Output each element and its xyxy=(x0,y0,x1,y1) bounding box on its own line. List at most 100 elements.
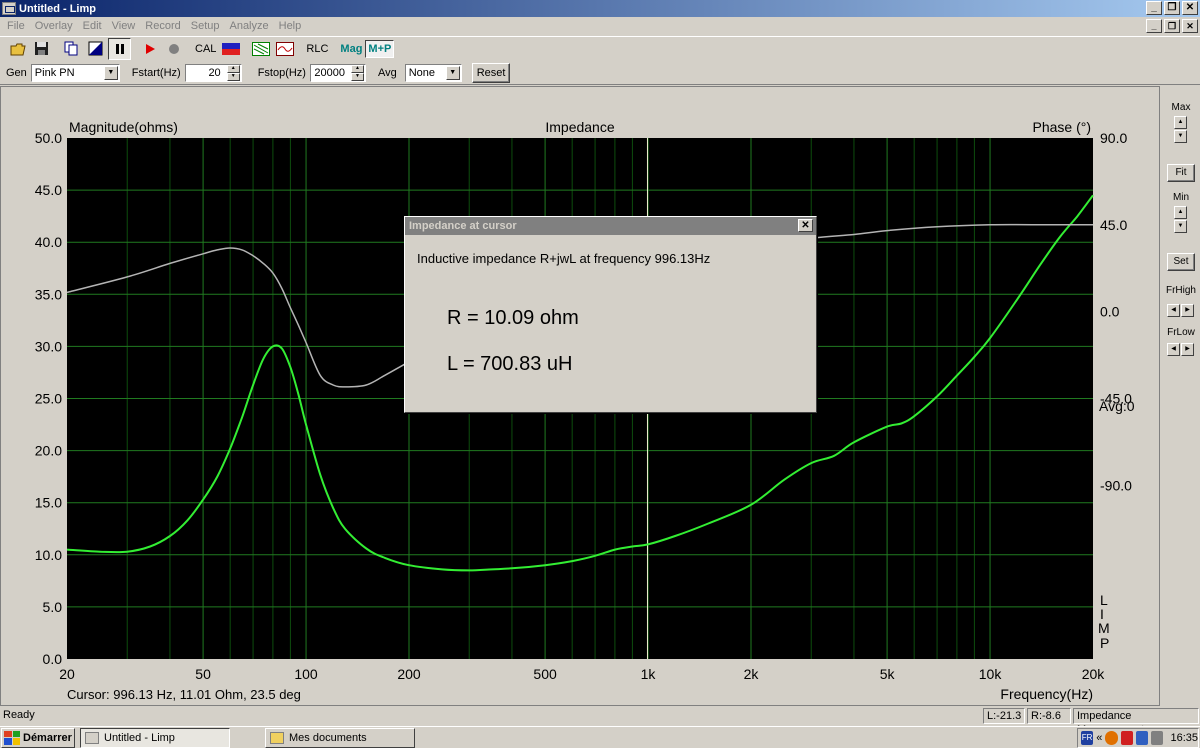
dialog-title-bar[interactable]: Impedance at cursor ✕ xyxy=(405,217,816,235)
taskbar-item-label: Mes documents xyxy=(289,732,367,744)
play-icon[interactable] xyxy=(138,38,161,60)
fstart-value: 20 xyxy=(208,66,221,79)
reset-button[interactable]: Reset xyxy=(471,62,511,83)
limp-app-icon xyxy=(85,732,99,744)
resistance-value: R = 10.09 ohm xyxy=(447,307,579,329)
language-indicator[interactable]: FR xyxy=(1081,731,1094,745)
shield-icon[interactable] xyxy=(1120,731,1133,745)
frhigh-right-icon[interactable]: ▶ xyxy=(1181,304,1194,317)
fstop-value: 20000 xyxy=(314,66,345,79)
fit-button[interactable]: Fit xyxy=(1167,164,1195,182)
x-tick-label: 10k xyxy=(979,666,1003,682)
mag-phase-button[interactable]: M+P xyxy=(365,39,395,58)
overlay-red-icon[interactable] xyxy=(273,38,296,60)
overlay-green-icon[interactable] xyxy=(249,38,272,60)
dialog-message: Inductive impedance R+jwL at frequency 9… xyxy=(417,251,711,266)
frlow-right-icon[interactable]: ▶ xyxy=(1181,343,1194,356)
menu-file[interactable]: File xyxy=(2,20,30,32)
cal-button[interactable]: CAL xyxy=(192,43,219,55)
status-ready: Ready xyxy=(3,709,35,721)
min-down-icon[interactable]: ▼ xyxy=(1174,220,1187,233)
dialog-close-icon[interactable]: ✕ xyxy=(798,219,813,232)
phase-tick-label: 45.0 xyxy=(1100,217,1127,233)
frlow-left-icon[interactable]: ◀ xyxy=(1167,343,1180,356)
limp-letter: M xyxy=(1098,620,1110,636)
menu-setup[interactable]: Setup xyxy=(186,20,225,32)
chevron-down-icon[interactable]: ▼ xyxy=(103,65,118,80)
mdi-restore-button[interactable]: ❐ xyxy=(1164,19,1180,33)
chart-title: Impedance xyxy=(545,119,614,135)
min-up-icon[interactable]: ▲ xyxy=(1174,206,1187,219)
calibration-icon[interactable] xyxy=(219,38,242,60)
rlc-button[interactable]: RLC xyxy=(303,43,331,55)
frhigh-left-icon[interactable]: ◀ xyxy=(1167,304,1180,317)
x-tick-label: 20 xyxy=(59,666,75,682)
start-button[interactable]: Démarrer xyxy=(1,727,75,748)
copy-icon[interactable] xyxy=(60,38,83,60)
fstop-input[interactable]: 20000 ▲ ▼ xyxy=(309,63,366,82)
x-tick-label: 100 xyxy=(294,666,318,682)
save-icon[interactable] xyxy=(30,38,53,60)
mag-button[interactable]: Mag xyxy=(337,43,365,55)
close-button[interactable]: ✕ xyxy=(1182,1,1198,15)
menu-edit[interactable]: Edit xyxy=(78,20,107,32)
minimize-button[interactable]: _ xyxy=(1146,1,1162,15)
left-axis-title: Magnitude(ohms) xyxy=(69,119,178,135)
open-folder-icon[interactable] xyxy=(6,38,29,60)
y-tick-label: 40.0 xyxy=(35,234,62,250)
spin-down-icon[interactable]: ▼ xyxy=(350,72,364,81)
x-tick-label: 1k xyxy=(641,666,657,682)
menu-overlay[interactable]: Overlay xyxy=(30,20,78,32)
generator-controls: Gen Pink PN ▼ Fstart(Hz) 20 ▲ ▼ Fstop(Hz)… xyxy=(0,61,1200,85)
spin-up-icon[interactable]: ▲ xyxy=(350,64,364,73)
max-up-icon[interactable]: ▲ xyxy=(1174,116,1187,129)
status-left-level: L:-21.3 xyxy=(983,708,1025,724)
antivirus-icon[interactable] xyxy=(1105,731,1118,745)
menu-help[interactable]: Help xyxy=(274,20,307,32)
pause-icon[interactable] xyxy=(108,37,131,60)
generator-select[interactable]: Pink PN ▼ xyxy=(30,63,120,82)
speaker-icon[interactable] xyxy=(1151,731,1164,745)
y-tick-label: 35.0 xyxy=(35,286,62,302)
taskbar: Démarrer Untitled - Limp Mes documents F… xyxy=(0,726,1200,748)
record-icon[interactable] xyxy=(162,38,185,60)
spin-up-icon[interactable]: ▲ xyxy=(226,64,240,73)
menu-analyze[interactable]: Analyze xyxy=(224,20,273,32)
spin-down-icon[interactable]: ▼ xyxy=(226,72,240,81)
status-mode: Impedance Measurement xyxy=(1073,708,1199,736)
cursor-readout: Cursor: 996.13 Hz, 11.01 Ohm, 23.5 deg xyxy=(67,687,301,702)
avg-label: Avg xyxy=(377,66,397,79)
avg-select[interactable]: None ▼ xyxy=(404,63,462,82)
maximize-button[interactable]: ❐ xyxy=(1164,1,1180,15)
x-tick-label: 200 xyxy=(397,666,421,682)
color-scheme-icon[interactable] xyxy=(84,38,107,60)
menu-record[interactable]: Record xyxy=(140,20,185,32)
mdi-close-button[interactable]: ✕ xyxy=(1182,19,1198,33)
limp-letter: P xyxy=(1100,635,1109,651)
right-axis-title: Phase (°) xyxy=(1032,119,1091,135)
y-tick-label: 25.0 xyxy=(35,391,62,407)
max-label: Max xyxy=(1171,102,1191,113)
frhigh-label: FrHigh xyxy=(1165,285,1196,296)
menu-view[interactable]: View xyxy=(107,20,141,32)
x-tick-label: 2k xyxy=(744,666,760,682)
taskbar-item-limp[interactable]: Untitled - Limp xyxy=(80,728,230,748)
min-label: Min xyxy=(1172,192,1190,203)
taskbar-item-documents[interactable]: Mes documents xyxy=(265,728,415,748)
max-down-icon[interactable]: ▼ xyxy=(1174,130,1187,143)
set-button[interactable]: Set xyxy=(1167,253,1195,271)
status-right-level: R:-8.6 xyxy=(1027,708,1071,724)
menu-bar: File Overlay Edit View Record Setup Anal… xyxy=(0,17,1200,35)
generator-value: Pink PN xyxy=(34,66,75,79)
avg-readout: Avg:0 xyxy=(1099,398,1135,414)
chevron-down-icon[interactable]: ▼ xyxy=(445,65,460,80)
taskbar-item-label: Untitled - Limp xyxy=(104,732,175,744)
title-bar[interactable]: Untitled - Limp _ ❐ ✕ xyxy=(0,0,1200,17)
fstart-input[interactable]: 20 ▲ ▼ xyxy=(184,63,242,82)
network-icon[interactable] xyxy=(1135,731,1149,745)
mdi-minimize-button[interactable]: _ xyxy=(1146,19,1162,33)
tray-expand-icon[interactable]: « xyxy=(1096,732,1102,744)
y-tick-label: 45.0 xyxy=(35,182,62,198)
y-tick-label: 50.0 xyxy=(35,130,62,146)
x-tick-label: 50 xyxy=(195,666,211,682)
